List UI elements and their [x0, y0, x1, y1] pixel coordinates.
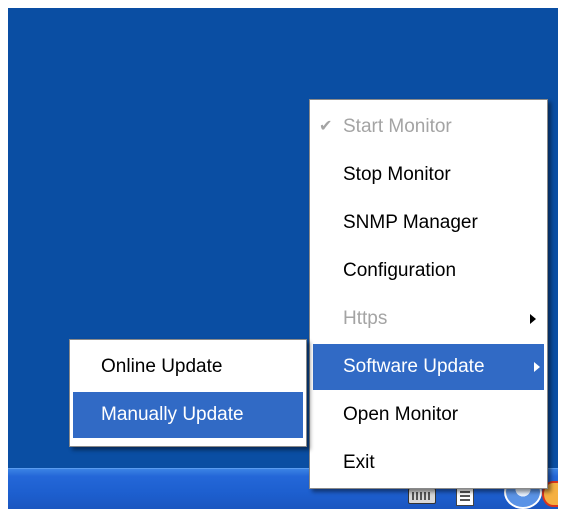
menu-item-exit[interactable]: Exit — [313, 440, 544, 486]
menu-item-label: SNMP Manager — [343, 212, 478, 233]
menu-item-https[interactable]: Https — [313, 296, 544, 342]
menu-item-online-update[interactable]: Online Update — [73, 344, 303, 390]
menu-item-software-update[interactable]: Software Update — [313, 344, 544, 390]
menu-item-start-monitor[interactable]: ✔ Start Monitor — [313, 104, 544, 150]
menu-item-label: Https — [343, 308, 388, 329]
menu-item-label: Software Update — [343, 356, 485, 377]
keyboard-icon[interactable] — [408, 488, 436, 504]
checkmark-icon: ✔ — [319, 118, 333, 135]
menu-item-manually-update[interactable]: Manually Update — [73, 392, 303, 438]
menu-item-open-monitor[interactable]: Open Monitor — [313, 392, 544, 438]
menu-item-snmp-manager[interactable]: SNMP Manager — [313, 200, 544, 246]
menu-item-label: Start Monitor — [343, 116, 452, 137]
menu-item-label: Exit — [343, 452, 375, 473]
tray-context-menu: ✔ Start Monitor Stop Monitor SNMP Manage… — [309, 99, 548, 489]
software-update-submenu: Online Update Manually Update — [69, 339, 307, 447]
menu-item-label: Open Monitor — [343, 404, 459, 425]
desktop-background: ✔ Start Monitor Stop Monitor SNMP Manage… — [8, 8, 558, 509]
submenu-arrow-icon — [534, 362, 540, 372]
menu-item-stop-monitor[interactable]: Stop Monitor — [313, 152, 544, 198]
menu-item-label: Manually Update — [101, 404, 244, 425]
menu-item-label: Stop Monitor — [343, 164, 451, 185]
document-icon[interactable] — [456, 486, 474, 506]
menu-item-configuration[interactable]: Configuration — [313, 248, 544, 294]
submenu-arrow-icon — [530, 314, 536, 324]
menu-item-label: Configuration — [343, 260, 457, 281]
menu-item-label: Online Update — [101, 356, 223, 377]
